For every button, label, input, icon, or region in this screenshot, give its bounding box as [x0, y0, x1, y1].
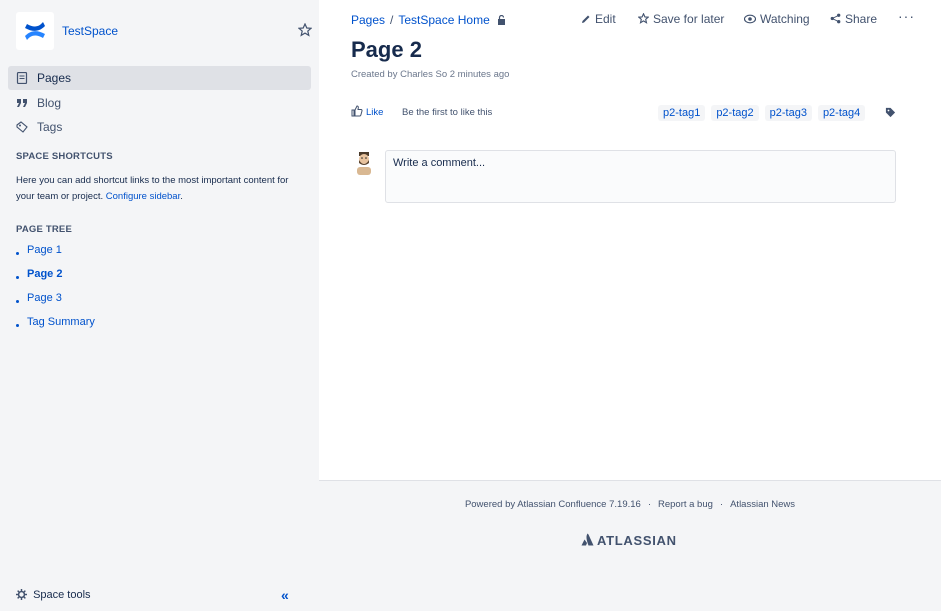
lock-icon[interactable] [497, 15, 507, 25]
quote-icon [17, 98, 27, 107]
save-for-later-button[interactable]: Save for later [637, 12, 725, 26]
sidebar-item-tags[interactable]: Tags [8, 115, 311, 139]
labels-list: p2-tag1 p2-tag2 p2-tag3 p2-tag4 [658, 105, 866, 121]
page-title: Page 2 [351, 37, 422, 62]
report-bug-link[interactable]: Report a bug [658, 499, 713, 510]
configure-sidebar-link[interactable]: Configure sidebar [106, 191, 180, 202]
sidebar-item-pages[interactable]: Pages [8, 66, 311, 90]
page-tree: Page 1 Page 2 Page 3 Tag Summary [16, 244, 95, 340]
star-icon[interactable] [297, 22, 313, 37]
page-tree-item[interactable]: Page 3 [16, 292, 95, 316]
tags-icon [16, 121, 28, 133]
edit-labels-icon[interactable] [885, 107, 896, 118]
like-row: Like Be the first to like this p2-tag1 p… [351, 105, 901, 125]
footer-dot: · [647, 499, 651, 510]
more-actions-icon[interactable]: ··· [898, 8, 915, 24]
pencil-icon [582, 15, 590, 23]
sidebar-nav: Pages Blog Tags [8, 66, 311, 140]
breadcrumb-space-home[interactable]: TestSpace Home [398, 13, 489, 27]
edit-button[interactable]: Edit [581, 12, 616, 26]
label-tag[interactable]: p2-tag4 [817, 105, 866, 121]
footer-links: Powered by Atlassian Confluence 7.19.16 ·… [319, 499, 941, 510]
shortcuts-description: Here you can add shortcut links to the m… [16, 173, 306, 205]
edit-label: Edit [595, 12, 616, 26]
collapse-sidebar-icon[interactable]: « [281, 588, 295, 603]
atlassian-logo-text: ATLASSIAN [597, 533, 677, 548]
footer: Powered by Atlassian Confluence 7.19.16 ·… [319, 480, 941, 611]
gear-icon [16, 589, 27, 600]
footer-dot: · [719, 499, 724, 510]
page-tree-item[interactable]: Tag Summary [16, 316, 95, 340]
shortcuts-tail: . [180, 191, 183, 202]
page-byline: Created by Charles So 2 minutes ago [351, 69, 510, 80]
watching-button[interactable]: Watching [743, 12, 810, 26]
label-tag[interactable]: p2-tag1 [658, 105, 706, 121]
page-tree-item[interactable]: Page 2 [16, 268, 95, 292]
save-for-later-label: Save for later [653, 12, 725, 26]
page-tree-item[interactable]: Page 1 [16, 244, 95, 268]
pages-icon [16, 72, 28, 84]
space-shortcuts-heading: SPACE SHORTCUTS [16, 151, 113, 162]
share-label: Share [845, 12, 878, 26]
comment-input[interactable]: Write a comment... [385, 150, 896, 203]
watching-label: Watching [760, 12, 810, 26]
eye-icon [743, 14, 757, 24]
sidebar-item-blog[interactable]: Blog [8, 91, 311, 115]
sidebar-item-label: Pages [37, 71, 72, 85]
atlassian-logo[interactable]: ATLASSIAN [581, 533, 677, 548]
share-button[interactable]: Share [830, 12, 877, 26]
sidebar: TestSpace Pages Blog Tags SPACE SHORTCUT… [0, 0, 319, 611]
label-tag[interactable]: p2-tag2 [711, 105, 759, 121]
space-name-link[interactable]: TestSpace [62, 24, 118, 38]
space-header: TestSpace [16, 12, 316, 52]
breadcrumb: Pages / TestSpace Home [351, 13, 490, 27]
like-button[interactable]: Like [351, 105, 383, 118]
thumbs-up-icon [351, 105, 363, 117]
avatar [354, 151, 374, 175]
sidebar-item-label: Tags [37, 120, 63, 134]
page-tree-link[interactable]: Page 1 [27, 244, 62, 256]
space-tools-label: Space tools [33, 589, 91, 601]
sidebar-item-label: Blog [37, 95, 62, 110]
main-content: Pages / TestSpace Home Edit Save for later… [319, 0, 941, 480]
label-tag[interactable]: p2-tag3 [764, 105, 812, 121]
atlassian-news-link[interactable]: Atlassian News [730, 499, 795, 510]
share-icon [830, 13, 841, 24]
star-outline-icon [637, 12, 650, 24]
like-status-text: Be the first to like this [402, 107, 493, 118]
page-tree-link[interactable]: Tag Summary [27, 316, 95, 328]
space-tools-button[interactable]: Space tools [16, 589, 91, 601]
page-tree-link[interactable]: Page 3 [27, 292, 62, 304]
breadcrumb-pages[interactable]: Pages [351, 13, 385, 27]
like-label: Like [366, 107, 384, 118]
page-tree-link[interactable]: Page 2 [27, 268, 62, 280]
powered-by-link[interactable]: Powered by Atlassian Confluence 7.19.16 [465, 499, 641, 510]
atlassian-logo-icon [581, 533, 594, 546]
page-tree-heading: PAGE TREE [16, 224, 72, 235]
breadcrumb-separator: / [390, 13, 394, 27]
confluence-logo-icon[interactable] [16, 12, 54, 50]
